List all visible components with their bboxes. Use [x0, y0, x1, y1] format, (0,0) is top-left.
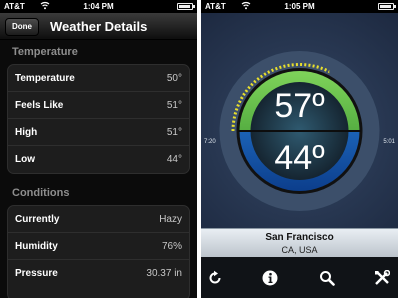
section-header-conditions: Conditions: [12, 187, 70, 199]
row-label: Temperature: [15, 73, 75, 84]
location-region: CA, USA: [281, 245, 318, 255]
row-label: Low: [15, 154, 35, 165]
location-panel[interactable]: San Francisco CA, USA: [201, 228, 398, 257]
info-icon[interactable]: [262, 270, 278, 286]
gauge-graphic: 57º 44º: [219, 51, 380, 211]
page-title: Weather Details: [50, 19, 148, 34]
row-label: Feels Like: [15, 100, 64, 111]
sunrise-time: 7:20: [204, 139, 216, 145]
row-value: 50°: [166, 73, 182, 84]
weather-gauge-screen: AT&T 1:05 PM 57º 44º 7:20 5:01 San Franc…: [201, 0, 398, 298]
row-label: Humidity: [15, 241, 58, 252]
sunset-time: 5:01: [383, 139, 395, 145]
row-value: 30.37 in: [146, 268, 182, 279]
row-humidity[interactable]: Humidity 76%: [8, 233, 189, 260]
row-feels-like[interactable]: Feels Like 51°: [8, 92, 189, 119]
high-temp-value: 57º: [274, 87, 324, 125]
done-button[interactable]: Done: [5, 18, 39, 36]
bottom-toolbar: [201, 257, 398, 298]
row-label: Pressure: [15, 268, 58, 279]
battery-icon: [378, 3, 396, 10]
navigation-bar: Done Weather Details: [0, 13, 197, 40]
row-value: 76%: [161, 241, 182, 252]
row-value: 44°: [166, 154, 182, 165]
temperature-gauge: 57º 44º 7:20 5:01: [201, 13, 398, 228]
status-time: 1:05 PM: [284, 2, 315, 11]
low-temp-value: 44º: [274, 139, 324, 177]
row-pressure[interactable]: Pressure 30.37 in: [8, 260, 189, 287]
row-currently[interactable]: Currently Hazy: [8, 206, 189, 233]
battery-icon: [177, 3, 195, 10]
location-city: San Francisco: [265, 232, 334, 243]
search-icon[interactable]: [319, 270, 335, 286]
row-high[interactable]: High 51°: [8, 119, 189, 146]
status-bar: AT&T 1:04 PM: [0, 0, 197, 13]
refresh-icon[interactable]: [207, 270, 223, 286]
row-value: 51°: [166, 127, 182, 138]
row-value: Hazy: [159, 214, 182, 225]
conditions-group: Currently Hazy Humidity 76% Pressure 30.…: [7, 205, 190, 298]
row-low[interactable]: Low 44°: [8, 146, 189, 173]
row-temperature[interactable]: Temperature 50°: [8, 65, 189, 92]
row-label: High: [15, 127, 38, 138]
status-bar: AT&T 1:05 PM: [201, 0, 398, 13]
weather-details-screen: AT&T 1:04 PM Done Weather Details Temper…: [0, 0, 197, 298]
section-header-temperature: Temperature: [12, 46, 78, 58]
status-time: 1:04 PM: [83, 2, 114, 11]
row-label: Currently: [15, 214, 60, 225]
temperature-group: Temperature 50° Feels Like 51° High 51° …: [7, 64, 190, 174]
settings-tools-icon[interactable]: [374, 269, 391, 286]
row-value: 51°: [166, 100, 182, 111]
